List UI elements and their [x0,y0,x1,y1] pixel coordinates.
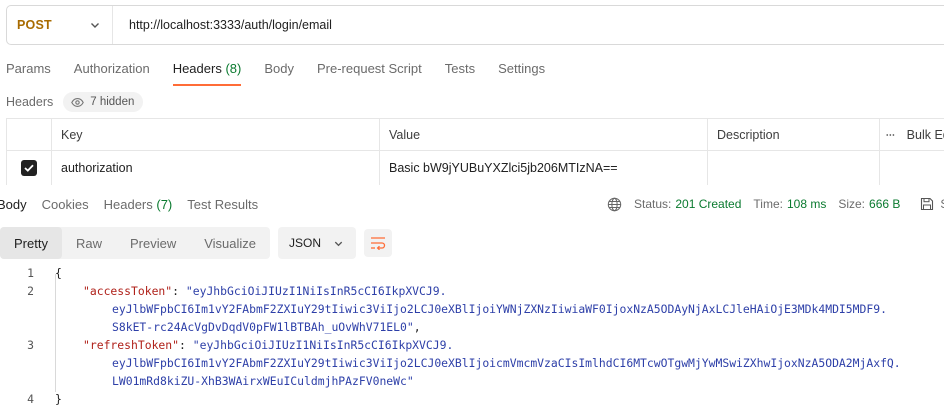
tab-headers[interactable]: Headers (8) [172,60,242,86]
column-header-key: Key [52,119,380,150]
tab-count: (8) [225,61,242,76]
column-header-check [6,119,52,150]
url-input[interactable]: http://localhost:3333/auth/login/email [113,18,332,32]
view-visualize-button[interactable]: Visualize [190,227,270,259]
json-comma: , [413,320,421,334]
code-line: "refreshToken": "eyJhbGciOiJIUzI1NiIsInR… [83,336,453,354]
json-string: eyJlbWFpbCI6Im1vY2FAbmF2ZXIuY29tIiwic3Vi… [112,302,887,316]
code-line: S8kET-rc24AcVgDvDqdV0pFW1lBTBAh_uOvWhV71… [112,318,421,336]
status-label: Status: [634,197,672,211]
tab-label: Headers [103,196,153,212]
wrap-lines-button[interactable] [364,229,393,257]
json-brace: { [55,266,62,280]
tab-body[interactable]: Body [264,60,294,86]
code-line: LW01mRd8kiZU-XhB3WAirxWEuICuldmjhPAzFV0n… [112,372,414,390]
json-separator: : [179,338,193,352]
response-tab-cookies[interactable]: Cookies [42,197,89,212]
time-label: Time: [753,197,783,211]
tab-count: (7) [156,196,173,212]
view-mode-group: Pretty Raw Preview Visualize [0,227,271,259]
chevron-down-icon [91,23,99,28]
tab-pre-request-script[interactable]: Pre-request Script [317,60,422,86]
save-response-button[interactable]: S [940,197,944,211]
response-tab-headers[interactable]: Headers (7) [104,197,173,212]
response-tab-body[interactable]: Body [0,197,27,212]
row-checkbox[interactable] [21,160,37,176]
json-string: eyJlbWFpbCI6Im1vY2FAbmF2ZXIuY29tIiwic3Vi… [112,356,901,370]
header-value-cell[interactable]: Basic bW9jYUBuYXZlci5jb206MTIzNA== [380,151,708,185]
format-select[interactable]: JSON [278,227,357,259]
code-line: eyJlbWFpbCI6Im1vY2FAbmF2ZXIuY29tIiwic3Vi… [112,354,901,372]
size-value[interactable]: 666 B [869,197,900,211]
headers-title: Headers [6,95,54,109]
response-status: Status: 201 Created Time: 108 ms Size: 6… [607,193,944,215]
line-number: 4 [27,392,34,406]
header-key-cell[interactable]: authorization [52,151,380,185]
tab-label: Body [264,61,294,76]
tab-settings[interactable]: Settings [498,60,545,86]
response-tab-test-results[interactable]: Test Results [187,197,258,212]
status-code[interactable]: 201 Created [675,197,741,211]
format-label: JSON [289,236,322,250]
json-key: "accessToken" [83,284,173,298]
time-value[interactable]: 108 ms [787,197,826,211]
json-separator: : [172,284,186,298]
view-pretty-button[interactable]: Pretty [0,227,62,259]
code-line: { [55,264,62,282]
json-brace: } [55,392,62,406]
bulk-edit-area: Bulk Edit [880,119,944,150]
column-header-description: Description [708,119,880,150]
checkmark-icon [24,164,34,172]
json-string: "eyJhbGciOiJIUzI1NiIsInR5cCI6IkpXVCJ9. [192,338,454,352]
line-number: 3 [27,338,34,352]
method-label: POST [17,18,52,32]
url-bar: POST http://localhost:3333/auth/login/em… [6,5,944,45]
tab-label: Tests [444,61,476,76]
json-key: "refreshToken" [83,338,180,352]
header-description-cell[interactable] [708,151,880,185]
json-string: LW01mRd8kiZU-XhB3WAirxWEuICuldmjhPAzFV0n… [112,374,414,388]
size-label: Size: [838,197,866,211]
globe-icon[interactable] [607,197,622,212]
tab-label: Pre-request Script [316,61,422,76]
tab-tests[interactable]: Tests [445,60,475,86]
column-header-value: Value [380,119,708,150]
tab-label: Authorization [73,61,150,76]
code-line: } [55,390,62,408]
code-line: "accessToken": "eyJhbGciOiJIUzI1NiIsInR5… [83,282,446,300]
headers-table: Key Value Description Bulk Edit authoriz… [6,118,944,185]
hidden-headers-toggle[interactable]: 7 hidden [63,92,144,112]
table-header-row: Key Value Description Bulk Edit [6,119,944,151]
headers-subtitle: Headers 7 hidden [6,92,144,112]
chevron-down-icon [334,241,343,246]
view-raw-button[interactable]: Raw [62,227,116,259]
bulk-edit-button[interactable]: Bulk Edit [907,128,944,142]
request-tabs: Params Authorization Headers (8) Body Pr… [6,60,568,86]
code-line: eyJlbWFpbCI6Im1vY2FAbmF2ZXIuY29tIiwic3Vi… [112,300,887,318]
hidden-count: 7 hidden [90,96,135,108]
row-extra-cell [880,151,944,185]
tab-params[interactable]: Params [6,60,51,86]
more-options-icon[interactable] [886,133,895,137]
line-number: 1 [27,266,34,280]
response-toolbar: Pretty Raw Preview Visualize JSON [0,227,393,259]
line-number: 2 [27,284,34,298]
view-preview-button[interactable]: Preview [116,227,190,259]
tab-authorization[interactable]: Authorization [74,60,150,86]
table-row: authorization Basic bW9jYUBuYXZlci5jb206… [6,151,944,185]
row-checkbox-cell [6,151,52,185]
tab-label: Params [6,61,51,76]
eye-icon [71,97,85,107]
save-icon[interactable] [920,197,934,211]
gutter-divider [55,274,56,392]
tab-label: Settings [498,61,546,76]
method-select[interactable]: POST [7,6,113,44]
wrap-lines-icon [371,237,386,250]
response-tabs: Body Cookies Headers (7) Test Results St… [0,193,944,215]
json-string: "eyJhbGciOiJIUzI1NiIsInR5cCI6IkpXVCJ9. [185,284,447,298]
json-string: S8kET-rc24AcVgDvDqdV0pFW1lBTBAh_uOvWhV71… [112,320,414,334]
tab-label: Headers [172,61,222,76]
